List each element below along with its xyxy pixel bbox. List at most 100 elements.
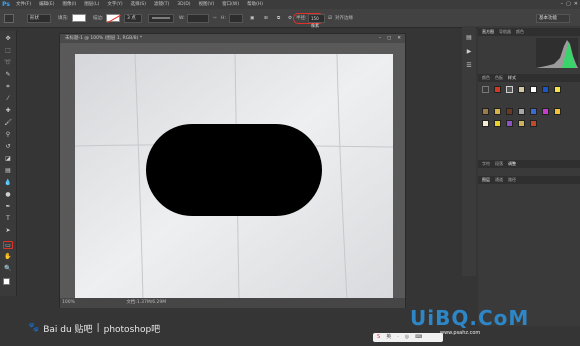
style-swatch[interactable] bbox=[530, 108, 537, 115]
properties-panel-icon[interactable]: ☰ bbox=[464, 62, 474, 70]
radius-label: 半径: bbox=[296, 16, 307, 21]
eraser-tool-icon[interactable]: ◪ bbox=[3, 155, 13, 163]
rounded-rectangle-tool-icon[interactable]: ▭ bbox=[3, 241, 13, 249]
healing-brush-tool-icon[interactable]: ✚ bbox=[3, 107, 13, 115]
tab-channels[interactable]: 通道 bbox=[495, 176, 503, 184]
style-swatch[interactable] bbox=[482, 108, 489, 115]
stroke-color-swatch[interactable] bbox=[106, 14, 122, 24]
height-field[interactable] bbox=[229, 14, 243, 23]
tab-color[interactable]: 颜色 bbox=[516, 28, 524, 36]
style-swatch[interactable] bbox=[554, 86, 561, 93]
style-swatch[interactable] bbox=[494, 108, 501, 115]
tab-adjustments[interactable]: 调整 bbox=[508, 160, 516, 168]
tab-styles[interactable]: 样式 bbox=[508, 74, 516, 82]
width-field[interactable] bbox=[187, 14, 209, 23]
menu-type[interactable]: 文字(Y) bbox=[103, 0, 126, 9]
style-swatch[interactable] bbox=[554, 108, 561, 115]
crop-tool-icon[interactable]: ⌗ bbox=[3, 83, 13, 91]
style-swatch[interactable] bbox=[506, 108, 513, 115]
minimize-button[interactable]: – bbox=[561, 0, 564, 9]
style-swatch[interactable] bbox=[506, 86, 513, 93]
menu-window[interactable]: 窗口(W) bbox=[218, 0, 243, 9]
style-swatch[interactable] bbox=[506, 120, 513, 127]
ime-logo-icon[interactable]: S bbox=[377, 333, 380, 342]
gradient-tool-icon[interactable]: ▤ bbox=[3, 167, 13, 175]
doc-close-button[interactable]: ✕ bbox=[397, 34, 401, 43]
tab-layers[interactable]: 图层 bbox=[482, 176, 490, 184]
rounded-rectangle-shape[interactable] bbox=[146, 124, 322, 216]
history-brush-tool-icon[interactable]: ↺ bbox=[3, 143, 13, 151]
menu-filter[interactable]: 滤镜(T) bbox=[150, 0, 173, 9]
document-titlebar[interactable]: 未标题-1 @ 100% (图层 1, RGB/8) * – ▢ ✕ bbox=[60, 34, 405, 43]
stroke-type-select[interactable] bbox=[148, 14, 174, 23]
tab-histogram[interactable]: 直方图 bbox=[482, 28, 494, 36]
style-swatch[interactable] bbox=[518, 86, 525, 93]
brush-tool-icon[interactable]: 🖌 bbox=[3, 119, 13, 127]
dodge-tool-icon[interactable]: ● bbox=[3, 191, 13, 199]
path-alignment-icon[interactable]: ⊞ bbox=[264, 14, 268, 23]
clone-stamp-tool-icon[interactable]: ⚲ bbox=[3, 131, 13, 139]
style-none-icon[interactable] bbox=[482, 86, 489, 93]
shape-mode-select[interactable]: 形状 bbox=[27, 14, 51, 23]
history-panel-icon[interactable]: ▤ bbox=[464, 34, 474, 42]
menu-layer[interactable]: 图层(L) bbox=[80, 0, 103, 9]
move-tool-icon[interactable]: ✥ bbox=[3, 35, 13, 43]
align-edges-checkbox[interactable]: ☑ bbox=[328, 14, 332, 23]
actions-panel-icon[interactable]: ▶ bbox=[464, 48, 474, 56]
eyedropper-tool-icon[interactable]: ⁄ bbox=[3, 95, 13, 103]
menu-select[interactable]: 选择(S) bbox=[127, 0, 150, 9]
menu-view[interactable]: 视图(V) bbox=[195, 0, 219, 9]
style-swatch[interactable] bbox=[542, 108, 549, 115]
zoom-level[interactable]: 100% bbox=[62, 300, 75, 305]
ime-punct-toggle[interactable]: · bbox=[397, 333, 399, 342]
doc-minimize-button[interactable]: – bbox=[379, 34, 381, 43]
style-swatch[interactable] bbox=[494, 120, 501, 127]
radius-field[interactable]: 150 像素 bbox=[308, 14, 325, 28]
tab-navigator[interactable]: 导航器 bbox=[499, 28, 511, 36]
style-swatch[interactable] bbox=[518, 120, 525, 127]
style-swatch[interactable] bbox=[530, 86, 537, 93]
doc-maximize-button[interactable]: ▢ bbox=[387, 34, 391, 43]
path-arrangement-icon[interactable]: ⧉ bbox=[277, 14, 280, 23]
menu-3d[interactable]: 3D(D) bbox=[173, 0, 194, 9]
document-title: 未标题-1 @ 100% (图层 1, RGB/8) * bbox=[65, 36, 143, 41]
settings-gear-icon[interactable]: ⚙ bbox=[288, 14, 292, 23]
stroke-size-field[interactable]: 3 点 bbox=[124, 14, 142, 23]
workspace-select[interactable]: 基本功能 bbox=[536, 14, 570, 23]
type-tool-icon[interactable]: T bbox=[3, 215, 13, 223]
zoom-tool-icon[interactable]: 🔍 bbox=[3, 265, 13, 273]
fill-color-swatch[interactable] bbox=[72, 14, 86, 22]
blur-tool-icon[interactable]: 💧 bbox=[3, 179, 13, 187]
style-swatch[interactable] bbox=[530, 120, 537, 127]
tab-paragraph[interactable]: 段落 bbox=[495, 160, 503, 168]
style-swatch[interactable] bbox=[518, 108, 525, 115]
menu-file[interactable]: 文件(F) bbox=[12, 0, 35, 9]
path-selection-tool-icon[interactable]: ➤ bbox=[3, 227, 13, 235]
tab-swatches[interactable]: 色板 bbox=[495, 74, 503, 82]
style-swatch[interactable] bbox=[542, 86, 549, 93]
menu-image[interactable]: 图像(I) bbox=[58, 0, 80, 9]
close-button[interactable]: ✕ bbox=[574, 0, 578, 9]
hand-tool-icon[interactable]: ✋ bbox=[3, 253, 13, 261]
ime-emoji-icon[interactable]: ◎ bbox=[405, 333, 409, 342]
quick-select-tool-icon[interactable]: ✎ bbox=[3, 71, 13, 79]
ime-lang-toggle[interactable]: 英 bbox=[386, 333, 391, 342]
tool-preset-picker[interactable] bbox=[4, 14, 14, 23]
link-icon[interactable]: ⇔ bbox=[213, 14, 217, 23]
tab-color2[interactable]: 颜色 bbox=[482, 74, 490, 82]
style-swatch[interactable] bbox=[494, 86, 501, 93]
tab-paths[interactable]: 路径 bbox=[508, 176, 516, 184]
style-swatch[interactable] bbox=[482, 120, 489, 127]
maximize-button[interactable]: ▢ bbox=[566, 0, 571, 9]
watermark-separator: | bbox=[96, 323, 100, 333]
tab-character[interactable]: 字符 bbox=[482, 160, 490, 168]
foreground-color-swatch[interactable] bbox=[3, 278, 10, 285]
menu-help[interactable]: 帮助(H) bbox=[243, 0, 267, 9]
lasso-tool-icon[interactable]: ➰ bbox=[3, 59, 13, 67]
marquee-tool-icon[interactable]: ⬚ bbox=[3, 47, 13, 55]
ime-keyboard-icon[interactable]: ⌨ bbox=[415, 333, 422, 342]
path-operations-icon[interactable]: ▣ bbox=[250, 14, 254, 23]
document-canvas[interactable] bbox=[75, 54, 393, 300]
menu-edit[interactable]: 编辑(E) bbox=[35, 0, 58, 9]
pen-tool-icon[interactable]: ✒ bbox=[3, 203, 13, 211]
